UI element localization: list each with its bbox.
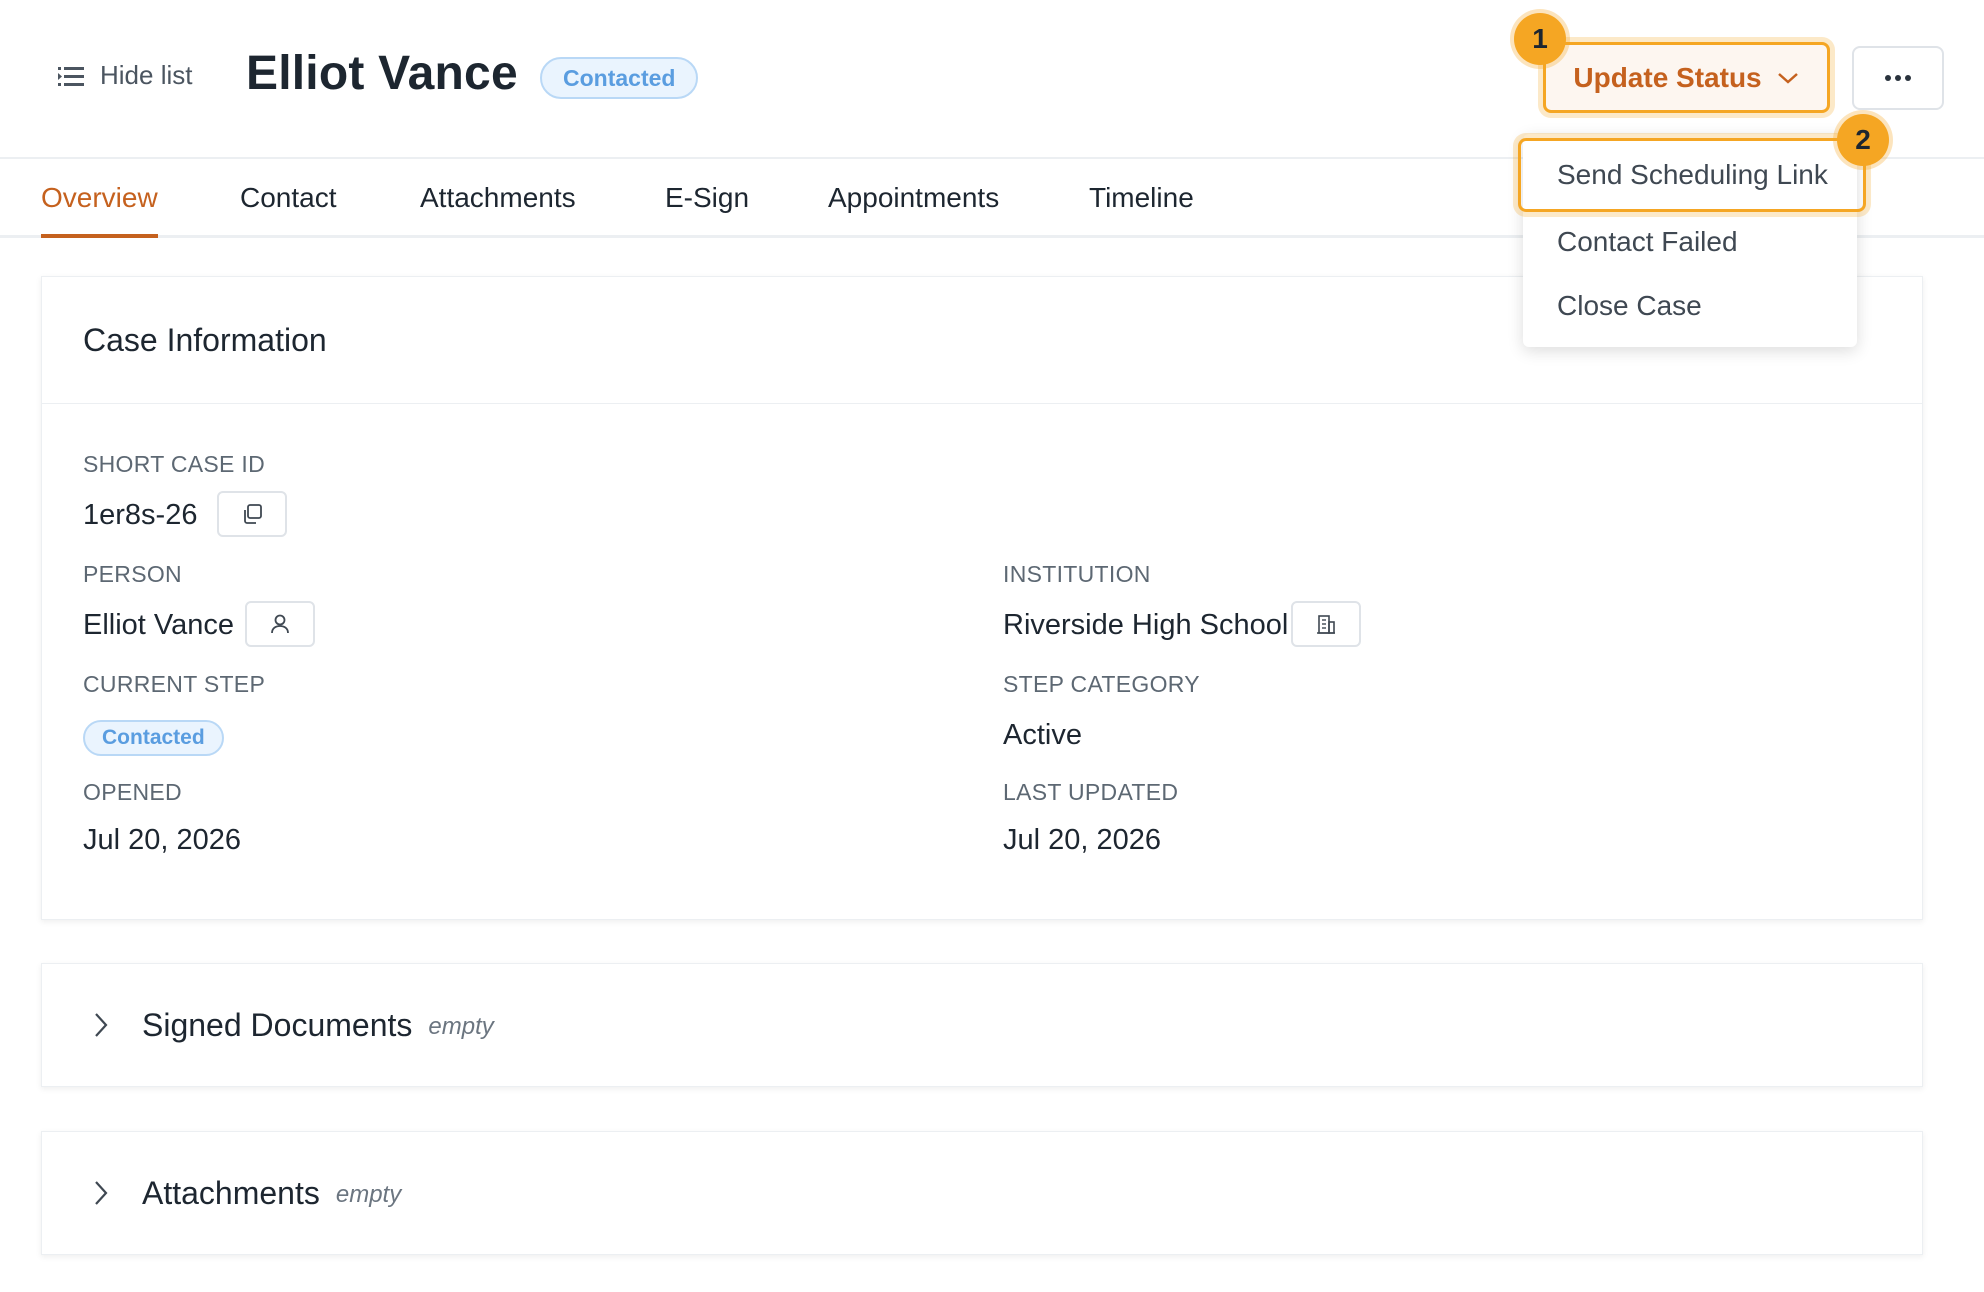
- opened-value: Jul 20, 2026: [83, 824, 242, 856]
- page-title: Elliot Vance: [246, 47, 518, 100]
- current-step-badge: Contacted: [83, 720, 224, 756]
- signed-documents-empty: empty: [428, 1013, 494, 1040]
- tab-timeline[interactable]: Timeline: [1089, 182, 1194, 226]
- tab-appointments[interactable]: Appointments: [828, 182, 999, 226]
- contact-failed-option[interactable]: Contact Failed: [1523, 214, 1857, 270]
- send-scheduling-link-option[interactable]: Send Scheduling Link: [1518, 138, 1866, 212]
- institution-value: Riverside High School: [1003, 609, 1289, 641]
- tab-contact[interactable]: Contact: [240, 182, 337, 226]
- signed-documents-title: Signed Documents: [142, 1006, 413, 1043]
- more-horizontal-icon: [1885, 75, 1891, 81]
- copy-button[interactable]: [217, 491, 287, 537]
- last-updated-label: LAST UPDATED: [1003, 779, 1179, 805]
- institution-label: INSTITUTION: [1003, 561, 1151, 587]
- current-step-label: CURRENT STEP: [83, 671, 266, 697]
- person-label: PERSON: [83, 561, 182, 587]
- attachments-section[interactable]: Attachments empty: [41, 1131, 1923, 1255]
- status-badge: Contacted: [540, 57, 699, 99]
- update-status-label: Update Status: [1573, 61, 1762, 93]
- attachments-empty: empty: [335, 1181, 402, 1208]
- update-status-dropdown: Send Scheduling Link Contact Failed Clos…: [1518, 134, 1866, 347]
- hide-list-button[interactable]: Hide list: [58, 60, 192, 91]
- more-options-button[interactable]: [1852, 46, 1944, 110]
- view-person-button[interactable]: [245, 601, 315, 647]
- chevron-right-icon: [95, 1181, 108, 1205]
- signed-documents-section[interactable]: Signed Documents empty: [41, 963, 1923, 1087]
- copy-icon: [244, 504, 262, 524]
- hide-list-label: Hide list: [100, 60, 193, 90]
- tab-overview[interactable]: Overview: [41, 182, 158, 238]
- step-category-value: Active: [1003, 719, 1082, 751]
- view-institution-button[interactable]: [1291, 601, 1361, 647]
- opened-label: OPENED: [83, 779, 182, 805]
- last-updated-value: Jul 20, 2026: [1003, 824, 1162, 856]
- tab-esign[interactable]: E-Sign: [665, 182, 749, 226]
- update-status-button[interactable]: Update Status: [1543, 42, 1830, 113]
- chevron-right-icon: [95, 1013, 108, 1037]
- step-category-label: STEP CATEGORY: [1003, 671, 1200, 697]
- person-value: Elliot Vance: [83, 609, 234, 641]
- attachments-title: Attachments: [142, 1174, 320, 1211]
- case-information-card: Case Information SHORT CASE ID 1er8s-26 …: [41, 276, 1923, 920]
- step-marker-2: 2: [1837, 114, 1889, 166]
- building-icon: [1317, 615, 1335, 634]
- tab-attachments[interactable]: Attachments: [420, 182, 576, 226]
- list-collapse-icon: [58, 66, 84, 86]
- user-icon: [271, 614, 289, 634]
- chevron-down-icon: [1777, 72, 1798, 84]
- short-case-id-label: SHORT CASE ID: [83, 451, 265, 477]
- short-case-id-value: 1er8s-26: [83, 499, 198, 531]
- close-case-option[interactable]: Close Case: [1523, 278, 1857, 334]
- step-marker-1: 1: [1514, 13, 1566, 65]
